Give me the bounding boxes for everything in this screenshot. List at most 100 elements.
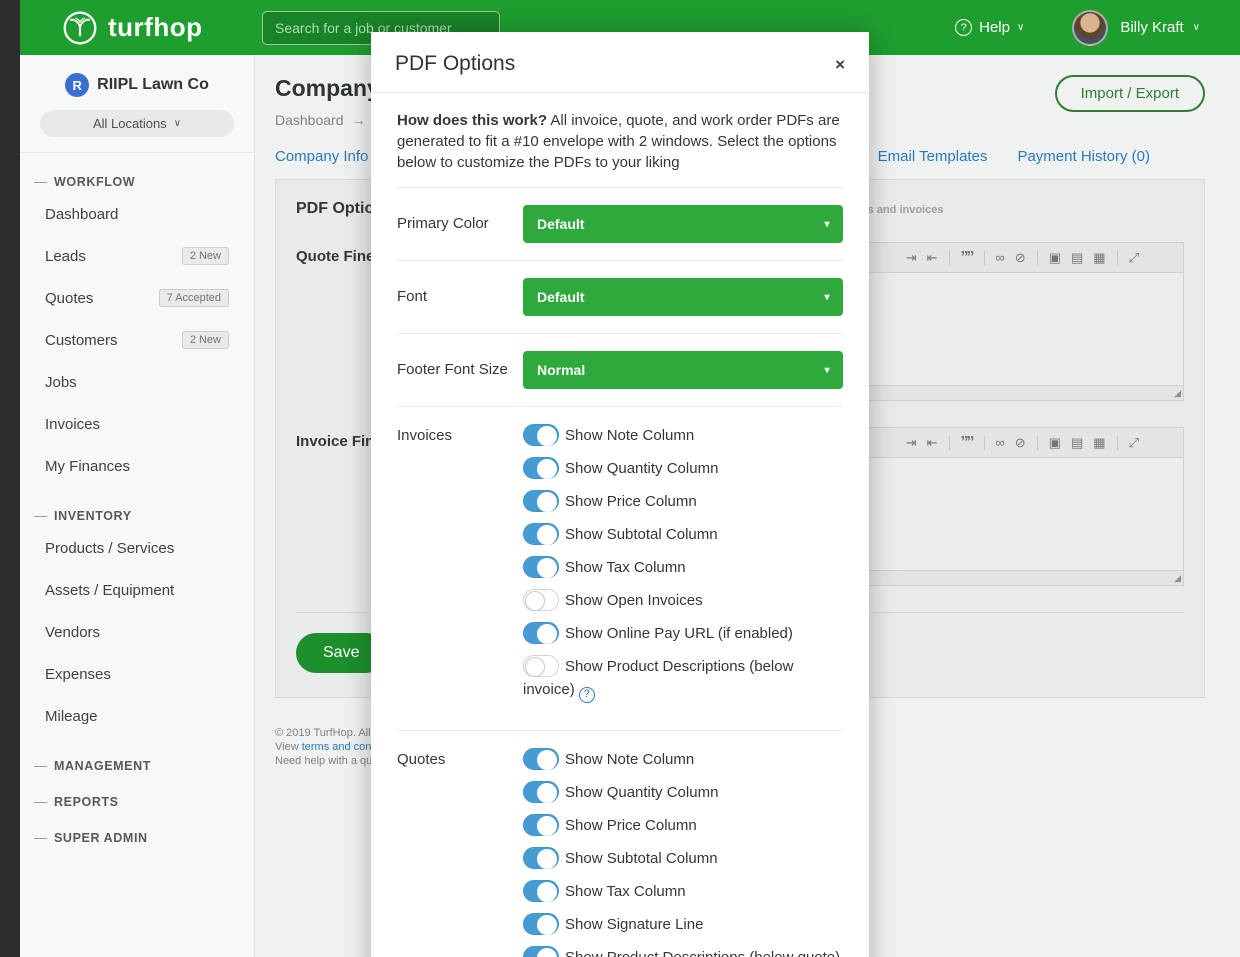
breadcrumb-dashboard[interactable]: Dashboard	[275, 112, 344, 128]
toolbar-separator	[1037, 251, 1038, 265]
outdent-icon[interactable]: ⇤	[927, 436, 938, 449]
intro-bold: How does this work?	[397, 112, 547, 129]
toolbar-separator	[984, 436, 985, 450]
help-circle-icon[interactable]: ?	[579, 687, 595, 703]
modal-title: PDF Options	[395, 52, 515, 76]
indent-icon[interactable]: ⇥	[906, 251, 917, 264]
outdent-icon[interactable]: ⇤	[927, 251, 938, 264]
caret-down-icon: ▾	[811, 351, 843, 389]
maximize-icon[interactable]: ⤢	[1129, 251, 1139, 264]
image-icon[interactable]: ▣	[1049, 436, 1061, 449]
footer-font-size-label: Footer Font Size	[397, 351, 523, 389]
invoice-show-price-column-toggle[interactable]	[523, 490, 559, 512]
sidebar-item-jobs[interactable]: Jobs	[20, 361, 254, 403]
blockquote-icon[interactable]: ””	[961, 435, 973, 451]
blockquote-icon[interactable]: ””	[961, 250, 973, 266]
company-logo: R	[65, 73, 89, 97]
sidebar-item-customers[interactable]: Customers 2 New	[20, 319, 254, 361]
primary-color-select[interactable]: Default ▾	[523, 205, 843, 243]
sidebar-item-vendors[interactable]: Vendors	[20, 611, 254, 653]
invoice-show-online-pay-url-toggle[interactable]	[523, 622, 559, 644]
indent-icon[interactable]: ⇥	[906, 436, 917, 449]
quote-show-product-descriptions-toggle[interactable]	[523, 946, 559, 957]
unlink-icon[interactable]: ⊘	[1015, 436, 1026, 449]
quote-show-price-column-toggle[interactable]	[523, 814, 559, 836]
sidebar-item-invoices[interactable]: Invoices	[20, 403, 254, 445]
help-menu[interactable]: ? Help ∨	[955, 19, 1024, 36]
tab-company-info[interactable]: Company Info	[275, 148, 368, 165]
quotes-label: Quotes	[397, 748, 523, 957]
tab-payment-history[interactable]: Payment History (0)	[1017, 148, 1150, 165]
tab-email-templates[interactable]: Email Templates	[878, 148, 988, 165]
quote-show-signature-line-toggle[interactable]	[523, 913, 559, 935]
sidebar-item-dashboard[interactable]: Dashboard	[20, 193, 254, 235]
brand[interactable]: turfhop	[62, 10, 240, 46]
leads-badge: 2 New	[182, 247, 229, 265]
footer-font-size-value: Normal	[537, 362, 585, 378]
invoice-show-subtotal-column-toggle[interactable]	[523, 523, 559, 545]
quote-show-quantity-column-toggle[interactable]	[523, 781, 559, 803]
table-icon[interactable]: ▦	[1093, 251, 1105, 264]
user-menu[interactable]: Billy Kraft ∨	[1120, 19, 1200, 36]
quote-show-subtotal-column-toggle[interactable]	[523, 847, 559, 869]
template-icon[interactable]: ▤	[1071, 251, 1083, 264]
sidebar-item-expenses[interactable]: Expenses	[20, 653, 254, 695]
sidebar-item-assets-equipment[interactable]: Assets / Equipment	[20, 569, 254, 611]
invoice-show-open-invoices-toggle[interactable]	[523, 589, 559, 611]
invoice-show-quantity-column-toggle[interactable]	[523, 457, 559, 479]
sidebar-section-management[interactable]: MANAGEMENT	[34, 759, 254, 773]
sidebar-section-workflow: WORKFLOW	[34, 175, 254, 189]
font-value: Default	[537, 289, 584, 305]
toolbar-separator	[949, 251, 950, 265]
invoices-label: Invoices	[397, 424, 523, 713]
resize-handle-icon[interactable]: ◢	[1174, 573, 1181, 584]
maximize-icon[interactable]: ⤢	[1129, 436, 1139, 449]
left-edge-strip	[0, 0, 20, 957]
chevron-down-icon: ∨	[174, 118, 181, 129]
template-icon[interactable]: ▤	[1071, 436, 1083, 449]
invoice-show-tax-column-toggle[interactable]	[523, 556, 559, 578]
chevron-down-icon: ∨	[1017, 22, 1024, 33]
sidebar: R RIIPL Lawn Co All Locations ∨ WORKFLOW…	[20, 55, 255, 957]
invoice-show-note-column-toggle[interactable]	[523, 424, 559, 446]
quote-show-tax-column-toggle[interactable]	[523, 880, 559, 902]
all-locations-selector[interactable]: All Locations ∨	[40, 110, 234, 137]
link-icon[interactable]: ∞	[996, 436, 1005, 449]
quotes-badge: 7 Accepted	[159, 289, 229, 307]
toolbar-separator	[984, 251, 985, 265]
modal-intro: How does this work? All invoice, quote, …	[397, 93, 843, 187]
help-circle-icon: ?	[955, 19, 972, 36]
caret-down-icon: ▾	[811, 205, 843, 243]
invoice-show-product-descriptions-toggle[interactable]	[523, 655, 559, 677]
sidebar-item-my-finances[interactable]: My Finances	[20, 445, 254, 487]
help-label: Help	[979, 19, 1010, 36]
table-icon[interactable]: ▦	[1093, 436, 1105, 449]
image-icon[interactable]: ▣	[1049, 251, 1061, 264]
toolbar-separator	[1117, 251, 1118, 265]
customers-badge: 2 New	[182, 331, 229, 349]
primary-color-value: Default	[537, 216, 584, 232]
sidebar-section-super-admin[interactable]: SUPER ADMIN	[34, 831, 254, 845]
company-block: R RIIPL Lawn Co All Locations ∨	[20, 55, 254, 153]
font-select[interactable]: Default ▾	[523, 278, 843, 316]
sidebar-item-mileage[interactable]: Mileage	[20, 695, 254, 737]
quote-show-note-column-toggle[interactable]	[523, 748, 559, 770]
close-icon[interactable]: ×	[835, 56, 845, 73]
sidebar-item-products-services[interactable]: Products / Services	[20, 527, 254, 569]
sidebar-item-quotes[interactable]: Quotes 7 Accepted	[20, 277, 254, 319]
turfhop-logo-icon	[62, 10, 98, 46]
sidebar-section-inventory: INVENTORY	[34, 509, 254, 523]
breadcrumb-arrow-icon: →	[352, 112, 366, 128]
sidebar-section-reports[interactable]: REPORTS	[34, 795, 254, 809]
link-icon[interactable]: ∞	[996, 251, 1005, 264]
toolbar-separator	[1037, 436, 1038, 450]
unlink-icon[interactable]: ⊘	[1015, 251, 1026, 264]
import-export-button[interactable]: Import / Export	[1055, 75, 1205, 112]
footer-font-size-select[interactable]: Normal ▾	[523, 351, 843, 389]
user-name: Billy Kraft	[1120, 19, 1183, 36]
sidebar-item-leads[interactable]: Leads 2 New	[20, 235, 254, 277]
avatar[interactable]	[1072, 10, 1108, 46]
primary-color-label: Primary Color	[397, 205, 523, 243]
resize-handle-icon[interactable]: ◢	[1174, 388, 1181, 399]
font-label: Font	[397, 278, 523, 316]
